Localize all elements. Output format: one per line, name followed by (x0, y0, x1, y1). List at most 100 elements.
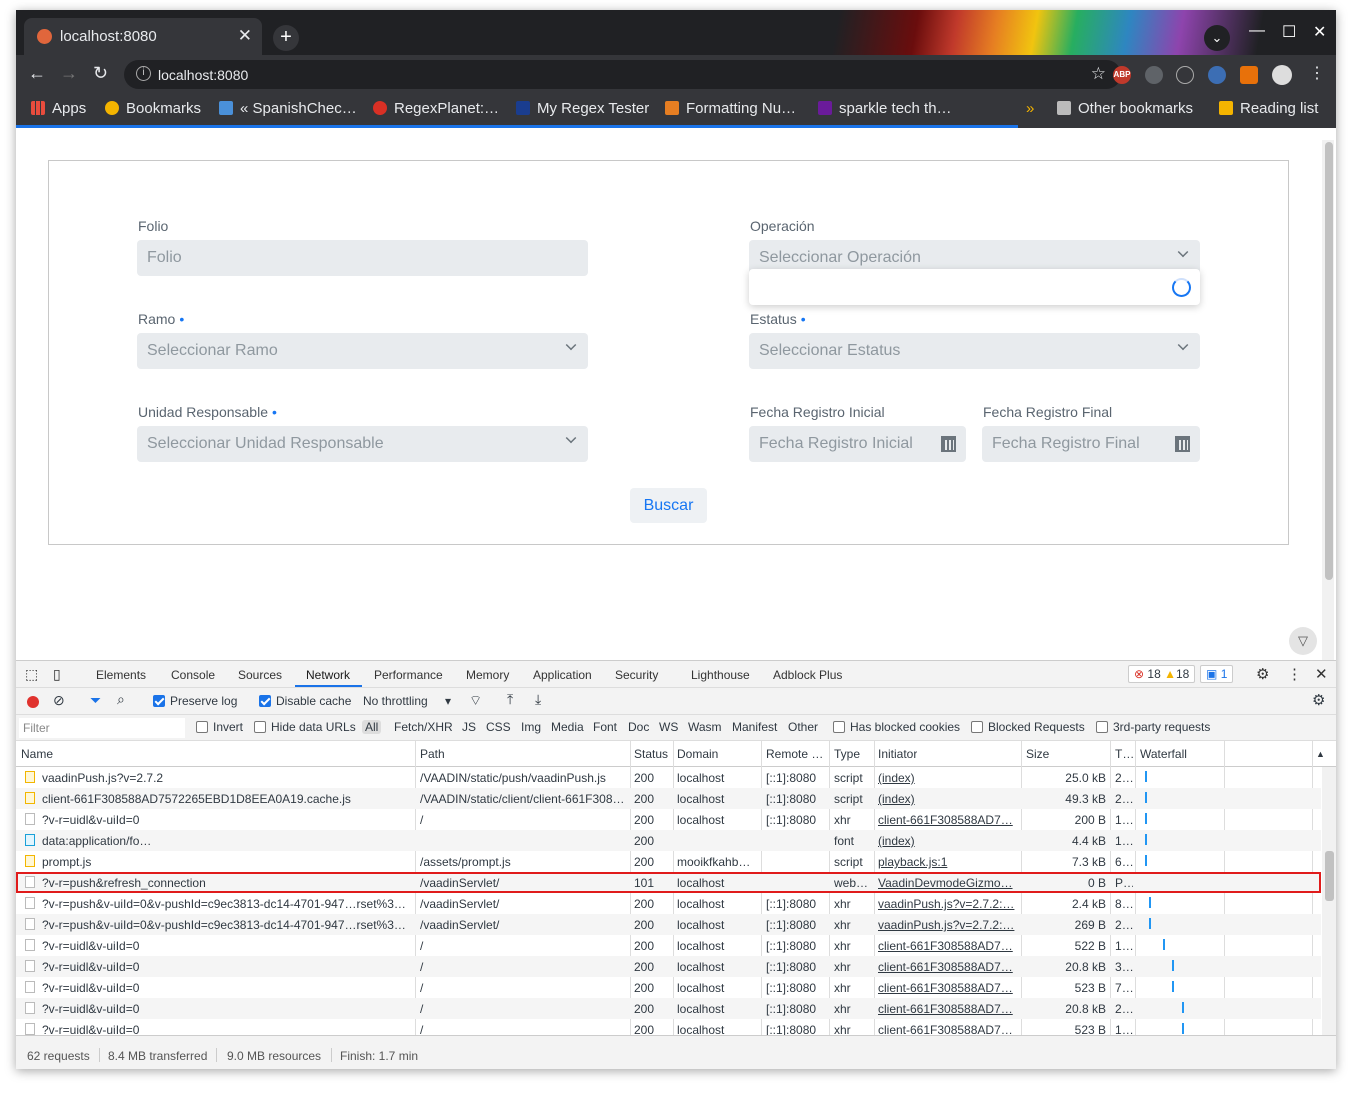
waterfall-bar[interactable] (1145, 855, 1148, 866)
bookmark-spanishchecker[interactable]: « SpanishChec… (219, 100, 357, 117)
close-tab-icon[interactable]: ✕ (238, 26, 252, 46)
buscar-button[interactable]: Buscar (630, 488, 707, 523)
blocked-requests-checkbox[interactable]: Blocked Requests (971, 720, 1085, 734)
search-icon[interactable]: ⌕ (117, 691, 125, 708)
table-row-highlighted[interactable]: ?v-r=push&refresh_connection/vaadinServl… (16, 872, 1321, 893)
tab-memory[interactable]: Memory (466, 668, 509, 682)
bookmark-formatting-numbers[interactable]: Formatting Nu… (665, 100, 796, 117)
bookmark-apps[interactable]: Apps (31, 100, 86, 117)
minimize-button[interactable]: — (1249, 22, 1265, 40)
menu-kebab-icon[interactable]: ⋮ (1309, 63, 1325, 83)
table-row[interactable]: data:application/fo… 200 font (index) 4.4 kB… (16, 830, 1321, 851)
tab-security[interactable]: Security (615, 668, 658, 682)
waterfall-bar[interactable] (1182, 1002, 1185, 1013)
waterfall-bar[interactable] (1171, 981, 1174, 992)
fedora-extension-icon[interactable] (1208, 66, 1226, 84)
globe-extension-icon[interactable] (1145, 66, 1163, 84)
table-row[interactable]: ?v-r=uidl&v-uiId=0 / 200 localhost [::1]:808… (16, 935, 1321, 956)
bookmark-bookmarks[interactable]: Bookmarks (105, 100, 201, 117)
type-filter-js[interactable]: JS (462, 720, 476, 734)
cell-initiator[interactable]: VaadinDevmodeGizmo… (878, 876, 1020, 890)
profile-avatar[interactable] (1272, 65, 1292, 85)
browser-tab[interactable]: localhost:8080 ✕ (24, 18, 262, 55)
col-path[interactable]: Path (420, 747, 445, 761)
page-scrollbar-thumb[interactable] (1325, 142, 1333, 580)
record-button[interactable] (27, 696, 39, 708)
network-conditions-icon[interactable]: ⌔ (469, 692, 482, 710)
col-initiator[interactable]: Initiator (878, 747, 917, 761)
tab-adblock-plus[interactable]: Adblock Plus (773, 668, 842, 682)
col-name[interactable]: Name (21, 747, 53, 761)
bookmark-my-regex-tester[interactable]: My Regex Tester (516, 100, 649, 117)
sort-ascending-icon[interactable]: ▲ (1316, 749, 1325, 759)
col-status[interactable]: Status (634, 747, 668, 761)
device-toolbar-icon[interactable]: ▯ (53, 666, 61, 683)
invert-checkbox[interactable]: Invert (196, 720, 243, 734)
hide-data-urls-checkbox[interactable]: Hide data URLs (254, 720, 356, 734)
cell-initiator[interactable]: vaadinPush.js?v=2.7.2:… (878, 918, 1020, 932)
close-window-button[interactable]: ✕ (1313, 22, 1326, 42)
waterfall-bar[interactable] (1162, 939, 1165, 950)
fecha-inicial-picker[interactable]: Fecha Registro Inicial (749, 426, 966, 462)
col-type[interactable]: Type (834, 747, 860, 761)
settings-gear-icon[interactable]: ⚙ (1256, 665, 1269, 683)
type-filter-font[interactable]: Font (593, 720, 617, 734)
table-row[interactable]: vaadinPush.js?v=2.7.2/VAADIN/static/push… (16, 767, 1321, 788)
table-row[interactable]: ?v-r=uidl&v-uiId=0 / 200 localhost [::1]:808… (16, 809, 1321, 830)
back-button[interactable]: ← (28, 63, 46, 84)
new-tab-button[interactable]: + (273, 25, 299, 51)
col-time[interactable]: T… (1115, 747, 1134, 761)
site-info-icon[interactable]: i (136, 66, 151, 81)
type-filter-doc[interactable]: Doc (628, 720, 649, 734)
requests-scrollbar-thumb[interactable] (1325, 851, 1334, 901)
filter-input[interactable]: Filter (19, 718, 185, 738)
has-blocked-cookies-checkbox[interactable]: Has blocked cookies (833, 720, 960, 734)
waterfall-bar[interactable] (1145, 792, 1148, 803)
third-party-requests-checkbox[interactable]: 3rd-party requests (1096, 720, 1210, 734)
tab-performance[interactable]: Performance (374, 668, 443, 682)
tab-search-button[interactable]: ⌄ (1204, 25, 1230, 51)
export-har-icon[interactable]: ⤓ (535, 691, 541, 708)
type-filter-other[interactable]: Other (788, 720, 818, 734)
tab-application[interactable]: Application (533, 668, 592, 682)
tab-console[interactable]: Console (171, 668, 215, 682)
cell-initiator[interactable]: client-661F308588AD7… (878, 981, 1020, 995)
type-filter-wasm[interactable]: Wasm (688, 720, 722, 734)
tab-elements[interactable]: Elements (96, 668, 146, 682)
folio-input[interactable]: Folio (137, 240, 588, 276)
issues-counter[interactable]: ⊗ 18 ▲18 (1128, 665, 1196, 683)
extensions-puzzle-icon[interactable] (1240, 66, 1258, 84)
waterfall-bar[interactable] (1148, 897, 1151, 908)
network-settings-gear-icon[interactable]: ⚙ (1312, 691, 1325, 709)
bookmark-regexplanet[interactable]: RegexPlanet:… (373, 100, 499, 117)
waterfall-bar[interactable] (1148, 918, 1151, 929)
table-row[interactable]: ?v-r=uidl&v-uiId=0 / 200 localhost [::1]:808… (16, 1019, 1321, 1035)
more-bookmarks-chevron-icon[interactable]: » (1026, 100, 1034, 117)
preserve-log-checkbox[interactable]: Preserve log (153, 694, 237, 708)
cell-initiator[interactable]: (index) (878, 792, 1020, 806)
table-row[interactable]: ?v-r=push&v-uiId=0&v-pushId=c9ec3813-dc1… (16, 893, 1321, 914)
cell-initiator[interactable]: client-661F308588AD7… (878, 1002, 1020, 1016)
col-size[interactable]: Size (1026, 747, 1049, 761)
waterfall-bar[interactable] (1145, 813, 1148, 824)
col-domain[interactable]: Domain (677, 747, 718, 761)
close-devtools-icon[interactable]: ✕ (1315, 665, 1328, 683)
disable-cache-checkbox[interactable]: Disable cache (259, 694, 351, 708)
cell-initiator[interactable]: client-661F308588AD7… (878, 813, 1020, 827)
throttling-select[interactable]: No throttling ▾ (363, 694, 451, 708)
inspect-element-icon[interactable]: ⬚ (25, 666, 38, 683)
maximize-button[interactable]: ☐ (1282, 22, 1296, 42)
requests-scrollbar[interactable] (1322, 767, 1336, 1035)
bookmark-star-icon[interactable]: ☆ (1091, 64, 1106, 84)
col-waterfall[interactable]: Waterfall (1140, 747, 1187, 761)
estatus-select[interactable]: Seleccionar Estatus (749, 333, 1200, 369)
reload-button[interactable]: ↻ (93, 63, 108, 84)
devtools-menu-icon[interactable]: ⋮ (1287, 665, 1302, 683)
waterfall-bar[interactable] (1182, 1023, 1185, 1034)
cell-initiator[interactable]: (index) (878, 771, 1020, 785)
table-row[interactable]: ?v-r=uidl&v-uiId=0 / 200 localhost [::1]:808… (16, 998, 1321, 1019)
gnome-extension-icon[interactable] (1176, 66, 1194, 84)
ramo-select[interactable]: Seleccionar Ramo (137, 333, 588, 369)
table-row[interactable]: ?v-r=push&v-uiId=0&v-pushId=c9ec3813-dc1… (16, 914, 1321, 935)
table-row[interactable]: prompt.js/assets/prompt.js 200 mooikfkahb…… (16, 851, 1321, 872)
